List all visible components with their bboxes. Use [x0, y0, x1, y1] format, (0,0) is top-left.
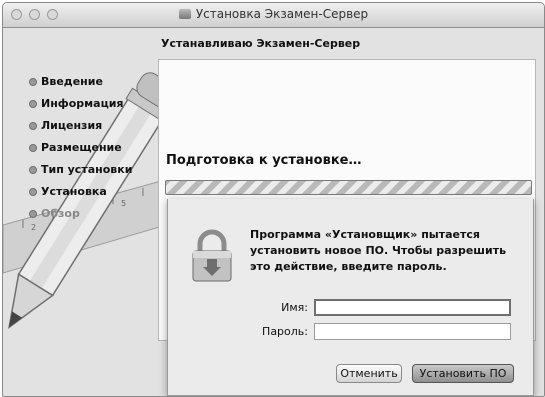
step-label: Установка [41, 185, 107, 198]
step-label: Лицензия [41, 119, 103, 132]
step-destination: Размещение [29, 141, 132, 163]
name-label: Имя: [281, 301, 308, 314]
password-field[interactable] [314, 323, 511, 340]
step-label: Информация [41, 97, 124, 110]
step-label: Размещение [41, 141, 122, 154]
step-bullet-icon [29, 210, 37, 218]
lock-icon [192, 229, 232, 282]
title-bar: Установка Экзамен-Сервер [3, 3, 544, 28]
installer-window: Установка Экзамен-Сервер 2 3 4 5 Устанав… [2, 2, 545, 397]
auth-dialog: Программа «Установщик» пытается установи… [167, 199, 534, 396]
step-license: Лицензия [29, 119, 132, 141]
status-text: Подготовка к установке… [166, 153, 362, 168]
step-bullet-icon [29, 78, 37, 86]
password-label: Пароль: [262, 325, 308, 338]
package-icon [178, 9, 191, 19]
installer-heading: Устанавливаю Экзамен-Сервер [161, 37, 361, 50]
steps-sidebar: Введение Информация Лицензия Размещение … [29, 75, 132, 229]
window-title: Установка Экзамен-Сервер [195, 7, 369, 21]
name-field[interactable] [314, 299, 511, 316]
step-bullet-icon [29, 188, 37, 196]
step-introduction: Введение [29, 75, 132, 97]
auth-message: Программа «Установщик» пытается установи… [250, 228, 507, 273]
step-installation: Установка [29, 185, 132, 207]
step-label: Тип установки [41, 163, 133, 176]
step-bullet-icon [29, 122, 37, 130]
step-bullet-icon [29, 100, 37, 108]
step-information: Информация [29, 97, 132, 119]
step-summary: Обзор [29, 207, 132, 229]
cancel-button[interactable]: Отменить [336, 364, 402, 383]
step-installation-type: Тип установки [29, 163, 132, 185]
step-label: Введение [41, 75, 103, 88]
step-bullet-icon [29, 144, 37, 152]
step-label: Обзор [41, 207, 80, 220]
install-software-button[interactable]: Установить ПО [412, 364, 514, 383]
progress-bar [165, 180, 532, 195]
step-bullet-icon [29, 166, 37, 174]
